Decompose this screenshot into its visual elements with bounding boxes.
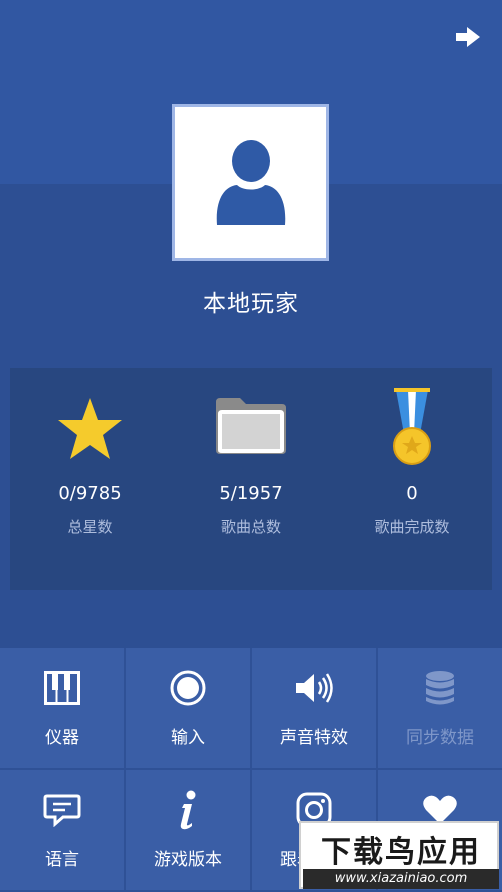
info-icon — [180, 790, 196, 830]
arrow-right-icon — [456, 27, 480, 47]
player-name: 本地玩家 — [203, 291, 299, 317]
star-icon — [58, 398, 122, 459]
exit-button[interactable] — [448, 20, 488, 54]
speaker-icon — [296, 673, 333, 703]
user-icon — [216, 139, 285, 225]
input-button[interactable]: 输入 — [126, 648, 250, 768]
input-label: 输入 — [171, 728, 205, 748]
sound-effects-label: 声音特效 — [280, 728, 348, 748]
instrument-button[interactable]: 仪器 — [0, 648, 124, 768]
record-icon — [170, 670, 206, 706]
language-label: 语言 — [45, 850, 79, 870]
sound-effects-button[interactable]: 声音特效 — [252, 648, 376, 768]
database-icon — [426, 671, 454, 705]
stat-value: 0/9785 — [58, 483, 122, 504]
watermark-logo: 下载鸟应用 www.xiazainiao.com — [299, 821, 499, 889]
stat-value: 0 — [406, 483, 418, 504]
stat-total-stars: 0/9785 总星数 — [10, 368, 170, 590]
stat-label: 歌曲完成数 — [374, 518, 450, 536]
sync-data-label: 同步数据 — [406, 728, 474, 748]
stat-total-songs: 5/1957 歌曲总数 — [171, 368, 331, 590]
instrument-label: 仪器 — [45, 728, 79, 748]
game-version-label: 游戏版本 — [154, 850, 222, 870]
stats-panel: 0/9785 总星数 5/1957 歌曲总数 0 歌曲完成数 — [10, 368, 492, 590]
piano-icon — [44, 671, 80, 705]
game-version-button[interactable]: 游戏版本 — [126, 770, 250, 890]
stat-value: 5/1957 — [219, 483, 283, 504]
avatar[interactable] — [172, 104, 329, 261]
stat-songs-completed: 0 歌曲完成数 — [332, 368, 492, 590]
stat-label: 歌曲总数 — [220, 518, 281, 536]
medal-icon — [393, 388, 431, 465]
watermark-url: www.xiazainiao.com — [303, 869, 499, 889]
chat-icon — [43, 794, 81, 827]
folder-icon — [216, 398, 286, 454]
language-button[interactable]: 语言 — [0, 770, 124, 890]
watermark-title: 下载鸟应用 — [321, 835, 481, 870]
stat-label: 总星数 — [67, 518, 113, 536]
sync-data-button[interactable]: 同步数据 — [378, 648, 502, 768]
